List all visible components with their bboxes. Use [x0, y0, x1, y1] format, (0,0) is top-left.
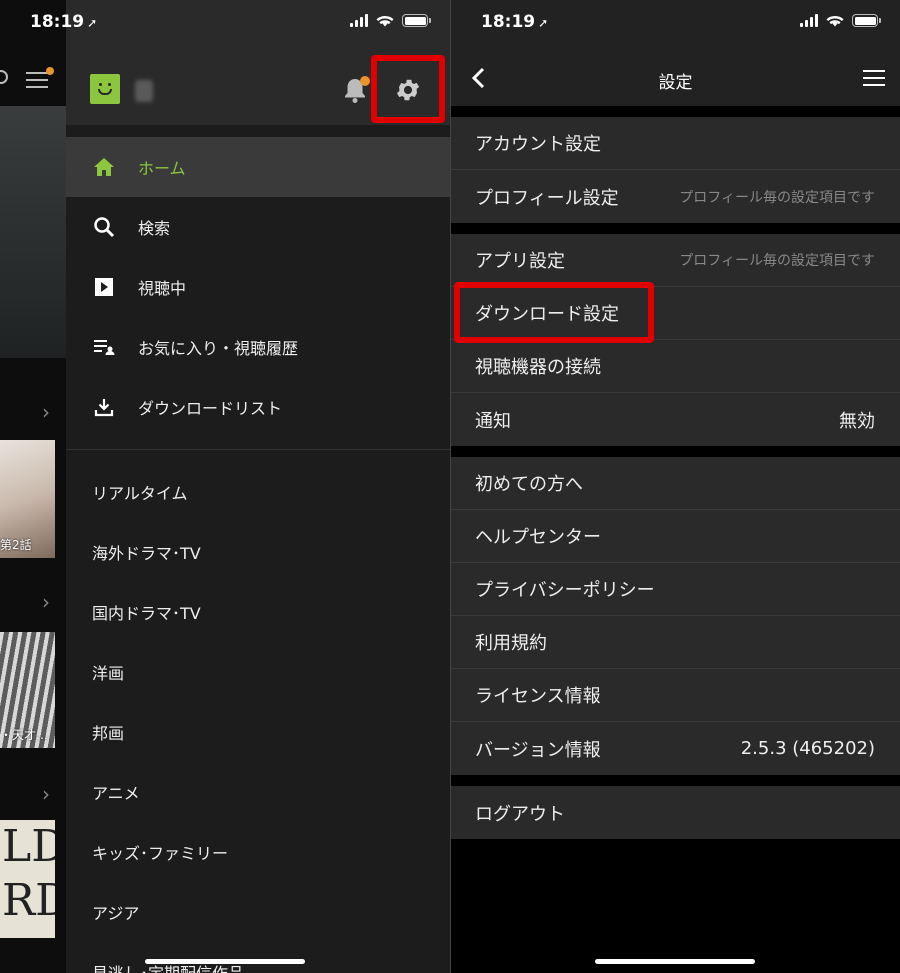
- gear-icon[interactable]: [394, 76, 422, 104]
- search-icon: [92, 215, 116, 239]
- settings-row-help[interactable]: ヘルプセンター: [451, 510, 900, 563]
- drawer-menu: ホーム 検索 視聴中 お気に入り・視聴履歴 ダウンロードリスト リアルタイム 海…: [66, 137, 450, 973]
- menu-item-downloads[interactable]: ダウンロードリスト: [66, 377, 450, 437]
- settings-row-version[interactable]: バージョン情報 2.5.3 (465202): [451, 722, 900, 775]
- row-label: アカウント設定: [475, 134, 601, 155]
- settings-row-device-connect[interactable]: 視聴機器の接続: [451, 340, 900, 393]
- home-indicator[interactable]: [145, 959, 305, 964]
- category-item[interactable]: 見逃し･定期配信作品: [66, 942, 450, 973]
- row-label: ライセンス情報: [475, 686, 601, 707]
- navigation-drawer: ホーム 検索 視聴中 お気に入り・視聴履歴 ダウンロードリスト リアルタイム 海…: [66, 0, 450, 973]
- status-bar: 18:19 ➚: [0, 0, 450, 46]
- menu-item-home[interactable]: ホーム: [66, 137, 450, 197]
- settings-row-profile[interactable]: プロフィール設定 プロフィール毎の設定項目です: [451, 170, 900, 223]
- location-icon: ➚: [87, 16, 98, 30]
- chevron-right-icon[interactable]: ›: [42, 782, 50, 806]
- notification-dot: [360, 76, 370, 86]
- row-label: ログアウト: [475, 803, 565, 825]
- row-label: ヘルプセンター: [475, 527, 601, 548]
- row-label: 通知: [475, 410, 511, 432]
- page-title: 設定: [658, 73, 693, 93]
- settings-row-account[interactable]: アカウント設定: [451, 117, 900, 170]
- chevron-right-icon[interactable]: ›: [42, 590, 50, 614]
- settings-group-info: 初めての方へ ヘルプセンター プライバシーポリシー 利用規約 ライセンス情報 バ…: [451, 457, 900, 775]
- category-item[interactable]: 海外ドラマ･TV: [66, 522, 450, 582]
- wifi-icon: [376, 16, 394, 27]
- menu-item-search[interactable]: 検索: [66, 197, 450, 257]
- menu-icon[interactable]: [26, 67, 54, 93]
- bell-icon[interactable]: [342, 76, 370, 104]
- status-bar: 18:19 ➚: [451, 0, 900, 46]
- settings-group-account: アカウント設定 プロフィール設定 プロフィール毎の設定項目です: [451, 117, 900, 223]
- notification-dot: [46, 67, 54, 75]
- settings-row-first-time[interactable]: 初めての方へ: [451, 457, 900, 510]
- category-item[interactable]: 洋画: [66, 642, 450, 702]
- settings-highlight: [371, 55, 445, 123]
- menu-icon[interactable]: [863, 70, 885, 91]
- left-screen: › 第2話 › ・天才… › LD RD ホーム 検索 視聴中 お気に入り・視聴…: [0, 0, 450, 973]
- logout-button[interactable]: ログアウト: [451, 786, 900, 839]
- category-item[interactable]: 国内ドラマ･TV: [66, 582, 450, 642]
- thumbnail-caption: 第2話: [0, 538, 32, 552]
- status-time-text: 18:19: [481, 12, 536, 32]
- status-time-text: 18:19: [30, 12, 85, 32]
- row-label: 利用規約: [475, 633, 547, 654]
- signal-icon: [800, 14, 818, 27]
- settings-group-logout: ログアウト: [451, 786, 900, 839]
- row-value: 無効: [839, 410, 875, 432]
- search-icon[interactable]: [0, 70, 8, 84]
- menu-item-label: ダウンロードリスト: [138, 399, 283, 418]
- profile-name: [135, 80, 153, 102]
- favorites-list-icon: [92, 335, 116, 359]
- location-icon: ➚: [538, 16, 549, 30]
- row-label: アプリ設定: [475, 251, 565, 272]
- battery-icon: [852, 14, 881, 27]
- settings-row-notification[interactable]: 通知 無効: [451, 393, 900, 446]
- home-icon: [92, 155, 116, 179]
- row-subtitle: プロフィール毎の設定項目です: [679, 189, 875, 206]
- row-subtitle: プロフィール毎の設定項目です: [679, 253, 875, 269]
- play-icon: [92, 275, 116, 299]
- category-item[interactable]: リアルタイム: [66, 462, 450, 522]
- signal-icon: [350, 14, 368, 27]
- hero-banner[interactable]: [0, 106, 66, 358]
- row-value: 2.5.3 (465202): [740, 738, 875, 759]
- menu-item-label: お気に入り・視聴履歴: [138, 339, 299, 358]
- download-settings-highlight: [454, 282, 654, 343]
- menu-item-watching[interactable]: 視聴中: [66, 257, 450, 317]
- row-label: プライバシーポリシー: [475, 580, 655, 601]
- avatar[interactable]: [90, 74, 120, 104]
- menu-item-label: 検索: [138, 219, 171, 238]
- background-app: › 第2話 › ・天才… › LD RD: [0, 0, 66, 973]
- category-item[interactable]: アジア: [66, 882, 450, 942]
- settings-row-privacy[interactable]: プライバシーポリシー: [451, 563, 900, 616]
- home-indicator[interactable]: [595, 959, 755, 964]
- chevron-right-icon[interactable]: ›: [42, 400, 50, 424]
- thumbnail-caption: ・天才…: [0, 728, 49, 742]
- divider: [66, 449, 450, 450]
- menu-item-favorites[interactable]: お気に入り・視聴履歴: [66, 317, 450, 377]
- settings-row-app[interactable]: アプリ設定 プロフィール毎の設定項目です: [451, 234, 900, 287]
- battery-icon: [402, 14, 431, 27]
- menu-item-label: ホーム: [138, 159, 186, 178]
- row-label: バージョン情報: [475, 739, 601, 761]
- settings-row-license[interactable]: ライセンス情報: [451, 669, 900, 722]
- right-screen: 設定 アカウント設定 プロフィール設定 プロフィール毎の設定項目です アプリ設定プ…: [451, 0, 900, 973]
- menu-item-label: 視聴中: [138, 279, 187, 298]
- category-item[interactable]: キッズ･ファミリー: [66, 822, 450, 882]
- category-item[interactable]: 邦画: [66, 702, 450, 762]
- settings-row-terms[interactable]: 利用規約: [451, 616, 900, 669]
- wifi-icon: [826, 16, 844, 27]
- row-label: 視聴機器の接続: [475, 357, 601, 378]
- status-time: 18:19 ➚: [30, 12, 97, 32]
- category-item[interactable]: アニメ: [66, 762, 450, 822]
- content-thumbnail[interactable]: LD RD: [0, 820, 55, 938]
- row-label: プロフィール設定: [475, 187, 619, 209]
- row-label: 初めての方へ: [475, 474, 583, 495]
- download-icon: [92, 395, 116, 419]
- status-time: 18:19 ➚: [481, 12, 548, 32]
